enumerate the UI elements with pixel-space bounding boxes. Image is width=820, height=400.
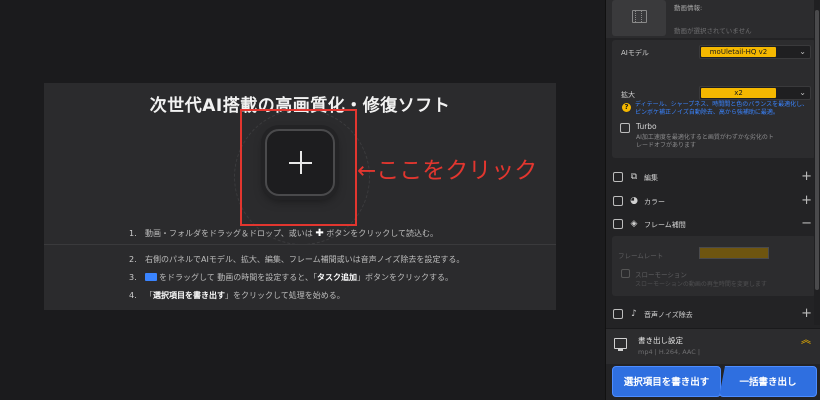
video-info-empty: 動画が選択されていません bbox=[674, 27, 752, 35]
edit-checkbox[interactable] bbox=[613, 172, 623, 182]
expand-icon[interactable]: + bbox=[801, 169, 812, 184]
color-row[interactable]: ◕ カラー + bbox=[606, 190, 820, 212]
scale-value: x2 bbox=[701, 88, 776, 98]
turbo-checkbox[interactable] bbox=[620, 123, 630, 133]
frame-interp-icon: ◈ bbox=[630, 219, 638, 229]
drop-zone[interactable]: 次世代AI搭載の高画質化・修復ソフト 1. 動画・フォルダをドラッグ＆ドロップ、或… bbox=[44, 83, 556, 310]
add-video-button[interactable] bbox=[265, 129, 335, 196]
ai-model-label: AIモデル bbox=[621, 49, 649, 57]
color-checkbox[interactable] bbox=[613, 196, 623, 206]
frame-interp-section: フレームレート スローモーション スローモーションの動画の再生時間を変更します bbox=[612, 236, 816, 296]
slowmo-checkbox[interactable] bbox=[621, 269, 630, 278]
help-icon[interactable]: ? bbox=[622, 103, 631, 112]
instruction-step-1: 1. 動画・フォルダをドラッグ＆ドロップ、或いは ✚ ボタンをクリックして読込む。 bbox=[129, 228, 439, 239]
crop-icon: ⧉ bbox=[630, 172, 638, 182]
expand-icon[interactable]: + bbox=[801, 306, 812, 321]
double-chevron-up-icon[interactable]: ︽ bbox=[801, 336, 811, 346]
edit-label: 編集 bbox=[644, 174, 658, 182]
ai-model-value: moUletail-HQ v2 bbox=[701, 47, 776, 57]
collapse-icon[interactable]: − bbox=[801, 216, 812, 231]
slowmo-label: スローモーション bbox=[635, 271, 687, 279]
slowmo-description: スローモーションの動画の再生時間を変更します bbox=[635, 281, 767, 288]
turbo-description: AI加工速度を最適化すると画質がわずかな劣化のトレードオフがあります bbox=[636, 134, 774, 149]
edit-row[interactable]: ⧉ 編集 + bbox=[606, 166, 820, 188]
video-info-label: 動画情報: bbox=[674, 4, 703, 12]
scrollbar-thumb[interactable] bbox=[815, 10, 819, 290]
chevron-down-icon: ⌄ bbox=[799, 88, 806, 97]
microphone-icon: ♪ bbox=[631, 309, 637, 319]
scale-select[interactable]: x2 ⌄ bbox=[699, 86, 811, 100]
palette-icon: ◕ bbox=[630, 196, 638, 206]
export-settings-title: 書き出し設定 bbox=[638, 336, 683, 345]
frame-interp-label: フレーム補間 bbox=[644, 221, 686, 229]
export-selected-button[interactable]: 選択項目を書き出す bbox=[612, 366, 721, 397]
divider bbox=[44, 244, 556, 245]
frame-rate-label: フレームレート bbox=[618, 252, 664, 260]
instruction-step-3: 3. をドラッグして 動画の時間を設定すると、「タスク追加」ボタンをクリックする。 bbox=[129, 273, 453, 282]
noise-label: 音声ノイズ除去 bbox=[644, 311, 693, 319]
frame-interp-checkbox[interactable] bbox=[613, 219, 623, 229]
workspace-area: 次世代AI搭載の高画質化・修復ソフト 1. 動画・フォルダをドラッグ＆ドロップ、或… bbox=[0, 0, 605, 400]
plus-glyph-icon: ✚ bbox=[315, 228, 324, 239]
monitor-icon bbox=[614, 338, 627, 351]
plus-icon-vertical bbox=[300, 151, 302, 174]
export-settings[interactable]: 書き出し設定 mp4 | H.264, AAC | ︽ bbox=[606, 328, 820, 364]
noise-row[interactable]: ♪ 音声ノイズ除去 + bbox=[606, 303, 820, 325]
video-info: 動画情報: 動画が選択されていません bbox=[606, 0, 820, 38]
frame-rate-select[interactable] bbox=[699, 247, 769, 259]
expand-icon[interactable]: + bbox=[801, 193, 812, 208]
export-all-button[interactable]: 一括書き出し bbox=[719, 366, 817, 397]
export-format: mp4 | H.264, AAC | bbox=[638, 348, 701, 356]
turbo-label: Turbo bbox=[636, 122, 657, 131]
model-note: ディテール、シャープネス、時間間と色のバランスを最適化し、ピンボケ補正ノイズ自動… bbox=[635, 101, 809, 116]
noise-checkbox[interactable] bbox=[613, 309, 623, 319]
scale-label: 拡大 bbox=[621, 91, 635, 99]
instruction-step-2: 2. 右側のパネルでAIモデル、拡大、編集、フレーム補間或いは音声ノイズ除去を設定… bbox=[129, 255, 465, 264]
ai-model-select[interactable]: moUletail-HQ v2 ⌄ bbox=[699, 45, 811, 59]
clip-icon bbox=[145, 273, 157, 281]
chevron-down-icon: ⌄ bbox=[799, 47, 806, 56]
instruction-step-4: 4. 「選択項目を書き出す」をクリックして処理を始める。 bbox=[129, 291, 345, 300]
film-icon bbox=[632, 10, 647, 23]
click-hint-annotation: ←ここをクリック bbox=[357, 158, 538, 184]
color-label: カラー bbox=[644, 198, 665, 206]
frame-interp-row[interactable]: ◈ フレーム補間 − bbox=[606, 213, 820, 235]
settings-panel: 動画情報: 動画が選択されていません AIモデル moUletail-HQ v2… bbox=[605, 0, 820, 400]
video-thumbnail bbox=[612, 0, 666, 36]
